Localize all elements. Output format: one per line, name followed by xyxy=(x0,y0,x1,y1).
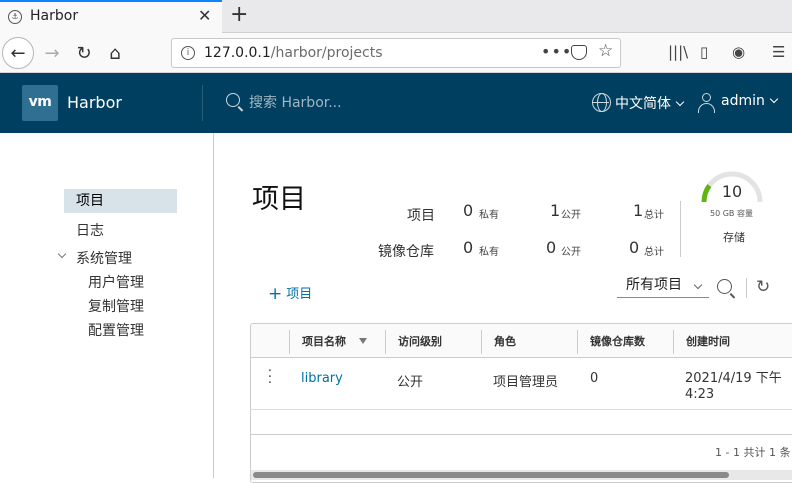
total-unit: 总计 xyxy=(644,210,664,221)
menu-icon[interactable]: ☰ xyxy=(772,43,785,61)
browser-navbar: ← → ↻ ⌂ i 127.0.0.1/harbor/projects ••• … xyxy=(0,33,792,73)
project-filter-select[interactable]: 所有项目 xyxy=(617,275,709,298)
vmware-logo[interactable]: vm xyxy=(22,85,58,121)
projects-private-count: 0 xyxy=(463,201,474,220)
bookmark-star-icon[interactable]: ☆ xyxy=(598,41,613,61)
private-unit: 私有 xyxy=(479,247,499,258)
cell-repo-count: 0 xyxy=(590,371,599,386)
filter-icon[interactable] xyxy=(359,338,367,344)
private-unit: 私有 xyxy=(479,210,499,221)
repos-private-count: 0 xyxy=(463,238,474,257)
chevron-down-icon[interactable] xyxy=(57,249,67,259)
repos-total-count: 0 xyxy=(629,238,640,257)
page-title: 项目 xyxy=(252,184,306,215)
forward-icon[interactable]: → xyxy=(36,37,68,69)
summary-projects-label: 项目 xyxy=(407,208,435,224)
new-tab-icon[interactable]: + xyxy=(230,2,248,27)
storage-label: 存储 xyxy=(723,231,745,244)
cell-role: 项目管理员 xyxy=(493,375,559,390)
column-header-access[interactable]: 访问级别 xyxy=(398,333,442,349)
sidebar-item-administration[interactable]: 系统管理 xyxy=(76,248,132,268)
cell-created: 2021/4/19 下午 4:23 xyxy=(685,371,782,402)
account-icon[interactable]: ◉ xyxy=(732,43,745,61)
pocket-icon[interactable] xyxy=(571,45,587,60)
refresh-icon[interactable]: ↻ xyxy=(756,277,770,297)
globe-icon xyxy=(592,93,611,112)
sidebar-item-projects[interactable]: 项目 xyxy=(64,189,177,213)
harbor-favicon-icon: ⚓ xyxy=(8,10,22,24)
row-actions-icon[interactable]: · · · xyxy=(265,365,275,390)
tab-title: Harbor xyxy=(30,8,79,24)
total-unit: 总计 xyxy=(644,247,664,258)
library-icon[interactable]: |||\ xyxy=(668,43,688,61)
sidebar-item-configuration[interactable]: 配置管理 xyxy=(88,320,144,340)
column-header-repo-count[interactable]: 镜像仓库数 xyxy=(590,333,645,349)
user-icon xyxy=(697,93,717,113)
pagination-summary: 1 - 1 共计 1 条 xyxy=(715,446,791,459)
storage-capacity: 50 GB 容量 xyxy=(710,209,753,218)
site-info-icon[interactable]: i xyxy=(181,46,195,60)
datagrid-header: 项目名称 访问级别 角色 镜像仓库数 创建时间 xyxy=(251,324,792,358)
column-header-role[interactable]: 角色 xyxy=(494,333,516,349)
column-header-created[interactable]: 创建时间 xyxy=(686,333,730,349)
sidebar-item-users[interactable]: 用户管理 xyxy=(88,272,144,292)
public-unit: 公开 xyxy=(561,210,581,221)
reload-icon[interactable]: ↻ xyxy=(68,37,100,69)
url-bar[interactable]: i 127.0.0.1/harbor/projects ••• ☆ xyxy=(171,38,621,68)
table-row: · · · library 公开 项目管理员 0 2021/4/19 下午 4:23 xyxy=(251,358,792,410)
url-text[interactable]: 127.0.0.1/harbor/projects xyxy=(204,45,383,61)
horizontal-scrollbar[interactable] xyxy=(251,470,792,480)
home-icon[interactable]: ⌂ xyxy=(99,37,131,69)
language-dropdown[interactable]: 中文简体 xyxy=(615,93,685,113)
repos-public-count: 0 xyxy=(546,238,557,257)
projects-total-count: 1 xyxy=(633,201,644,220)
chevron-down-icon xyxy=(693,280,703,290)
projects-datagrid: 项目名称 访问级别 角色 镜像仓库数 创建时间 · · · library 公开 项… xyxy=(250,323,792,483)
summary-repos-label: 镜像仓库 xyxy=(378,244,434,260)
project-name-link[interactable]: library xyxy=(301,371,343,386)
header-divider xyxy=(202,85,203,121)
search-icon xyxy=(226,93,240,107)
summary-divider xyxy=(680,201,681,257)
user-dropdown[interactable]: admin xyxy=(721,93,779,109)
storage-used-value: 10 xyxy=(721,182,743,201)
app-header: vm Harbor 中文简体 admin xyxy=(0,73,792,133)
browser-tab[interactable]: ⚓ Harbor ✕ xyxy=(0,0,222,33)
toolbar-divider xyxy=(746,278,747,298)
datagrid-footer-border xyxy=(251,434,792,435)
chevron-down-icon xyxy=(769,94,779,104)
sidebar-toggle-icon[interactable]: ▯ xyxy=(700,43,708,61)
projects-public-count: 1 xyxy=(550,201,561,220)
brand-title[interactable]: Harbor xyxy=(67,93,122,112)
search-icon[interactable] xyxy=(717,279,732,294)
browser-tabstrip: ⚓ Harbor ✕ + xyxy=(0,0,792,33)
sidebar-item-replications[interactable]: 复制管理 xyxy=(88,296,144,316)
add-project-button[interactable]: + 项目 xyxy=(268,283,312,304)
global-search-input[interactable] xyxy=(249,92,419,114)
sidebar-item-logs[interactable]: 日志 xyxy=(76,220,104,240)
close-tab-icon[interactable]: ✕ xyxy=(198,6,211,25)
page-actions-icon[interactable]: ••• xyxy=(541,42,572,61)
sidebar-nav: 项目 日志 系统管理 用户管理 复制管理 配置管理 xyxy=(0,133,214,478)
back-icon[interactable]: ← xyxy=(2,37,34,69)
scrollbar-thumb[interactable] xyxy=(253,472,729,478)
column-header-name[interactable]: 项目名称 xyxy=(302,333,346,349)
chevron-down-icon xyxy=(675,97,685,107)
cell-access: 公开 xyxy=(397,375,424,390)
plus-icon: + xyxy=(268,284,283,304)
public-unit: 公开 xyxy=(561,247,581,258)
